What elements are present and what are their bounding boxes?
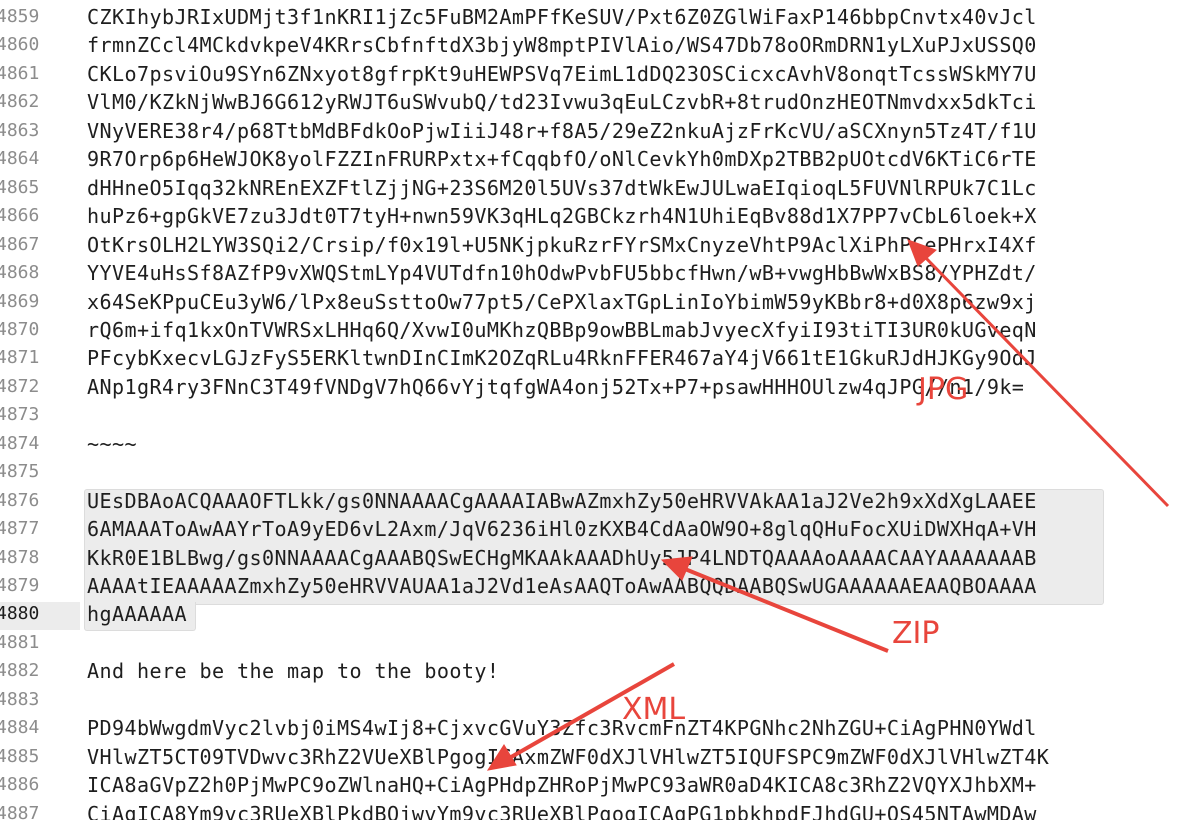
line-number: 4877 — [0, 518, 40, 540]
line-number: 4866 — [0, 205, 40, 227]
line-text[interactable]: ANp1gR4ry3FNnC3T49fVNDgV7hQ66vYjtqfgWA4o… — [87, 374, 1024, 400]
line-number: 4880 — [0, 603, 40, 625]
line-text[interactable]: dHHneO5Iqq32kNREnEXZFtlZjjNG+23S6M20l5UV… — [87, 175, 1037, 201]
editor-line[interactable]: 4876 UEsDBAoACQAAAOFTLkk/gs0NNAAAACgAAAAI… — [0, 487, 1202, 515]
line-text[interactable]: huPz6+gpGkVE7zu3Jdt0T7tyH+nwn59VK3qHLq2G… — [87, 203, 1037, 229]
line-text[interactable]: OtKrsOLH2LYW3SQi2/Crsip/f0x19l+U5NKjpkuR… — [87, 232, 1037, 258]
editor-line[interactable]: 4865 dHHneO5Iqq32kNREnEXZFtlZjjNG+23S6M20… — [0, 174, 1202, 202]
jpg-annotation-label: JPG — [918, 372, 969, 407]
line-text[interactable]: CiAgICA8Ym9vc3RUeXBlPkdBQjwvYm9vc3RUeXBl… — [87, 801, 1037, 820]
editor-line[interactable]: 4863 VNyVERE38r4/p68TtbMdBFdkOoPjwIiiJ48r… — [0, 117, 1202, 145]
line-text[interactable]: ICA8aGVpZ2h0PjMwPC9oZWlnaHQ+CiAgPHdpZHRo… — [87, 772, 1037, 798]
editor-line[interactable]: 4880 hgAAAAAA — [0, 600, 1202, 628]
line-text[interactable]: x64SeKPpuCEu3yW6/lPx8euSsttoOw77pt5/CePX… — [87, 289, 1037, 315]
editor-line[interactable]: 4884 PD94bWwgdmVyc2lvbj0iMS4wIj8+CjxvcGVu… — [0, 714, 1202, 742]
editor-line[interactable]: 4885 VHlwZT5CT09TVDwvc3RhZ2VUeXBlPgogICAx… — [0, 743, 1202, 771]
line-number: 4869 — [0, 290, 40, 312]
editor-line[interactable]: 4861 CKLo7psviOu9SYn6ZNxyot8gfrpKt9uHEWPS… — [0, 60, 1202, 88]
editor-line[interactable]: 4887 CiAgICA8Ym9vc3RUeXBlPkdBQjwvYm9vc3RU… — [0, 800, 1202, 820]
line-text[interactable]: CZKIhybJRIxUDMjt3f1nKRI1jZc5FuBM2AmPFfKe… — [87, 4, 1037, 30]
text-editor[interactable]: 4859 CZKIhybJRIxUDMjt3f1nKRI1jZc5FuBM2AmP… — [0, 0, 1202, 820]
line-number: 4883 — [0, 688, 40, 710]
line-number: 4878 — [0, 546, 40, 568]
line-number: 4874 — [0, 432, 40, 454]
line-text[interactable]: And here be the map to the booty! — [87, 658, 499, 684]
zip-annotation-label: ZIP — [892, 616, 940, 651]
editor-line[interactable]: 4860 frmnZCcl4MCkdvkpeV4KRrsCbfnftdX3bjyW… — [0, 31, 1202, 59]
line-number: 4884 — [0, 717, 40, 739]
line-number: 4868 — [0, 262, 40, 284]
editor-line[interactable]: 4868 YYVE4uHsSf8AZfP9vXWQStmLYp4VUTdfn10h… — [0, 259, 1202, 287]
editor-line[interactable]: 4869 x64SeKPpuCEu3yW6/lPx8euSsttoOw77pt5/… — [0, 288, 1202, 316]
editor-line[interactable]: 4877 6AMAAAToAwAAYrToA9yED6vL2Axm/JqV6236… — [0, 515, 1202, 543]
line-number: 4887 — [0, 802, 40, 820]
line-text[interactable]: VlM0/KZkNjWwBJ6G612yRWJT6uSWvubQ/td23Ivw… — [87, 89, 1037, 115]
line-number: 4881 — [0, 631, 40, 653]
line-text[interactable]: rQ6m+ifq1kxOnTVWRSxLHHq6Q/XvwI0uMKhzQBBp… — [87, 317, 1037, 343]
editor-line[interactable]: 4859 CZKIhybJRIxUDMjt3f1nKRI1jZc5FuBM2AmP… — [0, 3, 1202, 31]
xml-annotation-label: XML — [622, 692, 686, 727]
line-number: 4876 — [0, 489, 40, 511]
editor-line[interactable]: 4867 OtKrsOLH2LYW3SQi2/Crsip/f0x19l+U5NKj… — [0, 231, 1202, 259]
line-number: 4885 — [0, 745, 40, 767]
line-text[interactable]: PD94bWwgdmVyc2lvbj0iMS4wIj8+CjxvcGVuY3Zf… — [87, 715, 1037, 741]
line-text[interactable]: ~~~~ — [87, 431, 137, 457]
editor-line[interactable]: 4872 ANp1gR4ry3FNnC3T49fVNDgV7hQ66vYjtqfg… — [0, 373, 1202, 401]
line-number: 4863 — [0, 119, 40, 141]
line-number: 4886 — [0, 774, 40, 796]
editor-line[interactable]: 4883 — [0, 686, 1202, 714]
editor-line[interactable]: 4882 And here be the map to the booty! — [0, 657, 1202, 685]
line-number: 4875 — [0, 461, 40, 483]
editor-line[interactable]: 4873 — [0, 401, 1202, 429]
line-number: 4860 — [0, 34, 40, 56]
editor-line[interactable]: 4870 rQ6m+ifq1kxOnTVWRSxLHHq6Q/XvwI0uMKhz… — [0, 316, 1202, 344]
editor-line[interactable]: 4866 huPz6+gpGkVE7zu3Jdt0T7tyH+nwn59VK3qH… — [0, 202, 1202, 230]
line-number: 4870 — [0, 318, 40, 340]
editor-line[interactable]: 4874 ~~~~ — [0, 430, 1202, 458]
line-text[interactable]: AAAAtIEAAAAAZmxhZy50eHRVVAUAA1aJ2Vd1eAsA… — [87, 573, 1037, 599]
line-number: 4865 — [0, 176, 40, 198]
line-number: 4862 — [0, 91, 40, 113]
line-text[interactable]: VNyVERE38r4/p68TtbMdBFdkOoPjwIiiJ48r+f8A… — [87, 118, 1037, 144]
editor-line[interactable]: 4881 — [0, 629, 1202, 657]
line-text[interactable]: 9R7Orp6p6HeWJOK8yolFZZInFRURPxtx+fCqqbfO… — [87, 146, 1037, 172]
editor-line[interactable]: 4879 AAAAtIEAAAAAZmxhZy50eHRVVAUAA1aJ2Vd1… — [0, 572, 1202, 600]
line-text[interactable]: 6AMAAAToAwAAYrToA9yED6vL2Axm/JqV6236iHl0… — [87, 516, 1037, 542]
line-number: 4859 — [0, 6, 40, 27]
line-number: 4871 — [0, 347, 40, 369]
line-number: 4882 — [0, 660, 40, 682]
line-text[interactable]: CKLo7psviOu9SYn6ZNxyot8gfrpKt9uHEWPSVq7E… — [87, 61, 1037, 87]
line-text[interactable]: hgAAAAAA — [87, 601, 187, 627]
line-text[interactable]: YYVE4uHsSf8AZfP9vXWQStmLYp4VUTdfn10hOdwP… — [87, 260, 1037, 286]
line-text[interactable]: VHlwZT5CT09TVDwvc3RhZ2VUeXBlPgogICAxmZWF… — [87, 744, 1049, 770]
line-number: 4861 — [0, 62, 40, 84]
line-text[interactable]: frmnZCcl4MCkdvkpeV4KRrsCbfnftdX3bjyW8mpt… — [87, 32, 1037, 58]
editor-line[interactable]: 4862 VlM0/KZkNjWwBJ6G612yRWJT6uSWvubQ/td2… — [0, 88, 1202, 116]
line-number: 4867 — [0, 233, 40, 255]
line-text[interactable]: KkR0E1BLBwg/gs0NNAAAACgAAABQSwECHgMKAAkA… — [87, 545, 1037, 571]
editor-line[interactable]: 4871 PFcybKxecvLGJzFyS5ERKltwnDInCImK2OZq… — [0, 344, 1202, 372]
editor-line[interactable]: 4878 KkR0E1BLBwg/gs0NNAAAACgAAABQSwECHgMK… — [0, 544, 1202, 572]
line-number: 4872 — [0, 375, 40, 397]
editor-line[interactable]: 4864 9R7Orp6p6HeWJOK8yolFZZInFRURPxtx+fCq… — [0, 145, 1202, 173]
line-text[interactable]: PFcybKxecvLGJzFyS5ERKltwnDInCImK2OZqRLu4… — [87, 345, 1037, 371]
editor-line[interactable]: 4886 ICA8aGVpZ2h0PjMwPC9oZWlnaHQ+CiAgPHdp… — [0, 771, 1202, 799]
line-number: 4879 — [0, 575, 40, 596]
line-text[interactable]: UEsDBAoACQAAAOFTLkk/gs0NNAAAACgAAAAIABwA… — [87, 488, 1037, 514]
line-number: 4864 — [0, 148, 40, 170]
line-number: 4873 — [0, 404, 40, 426]
editor-line[interactable]: 4875 — [0, 458, 1202, 486]
